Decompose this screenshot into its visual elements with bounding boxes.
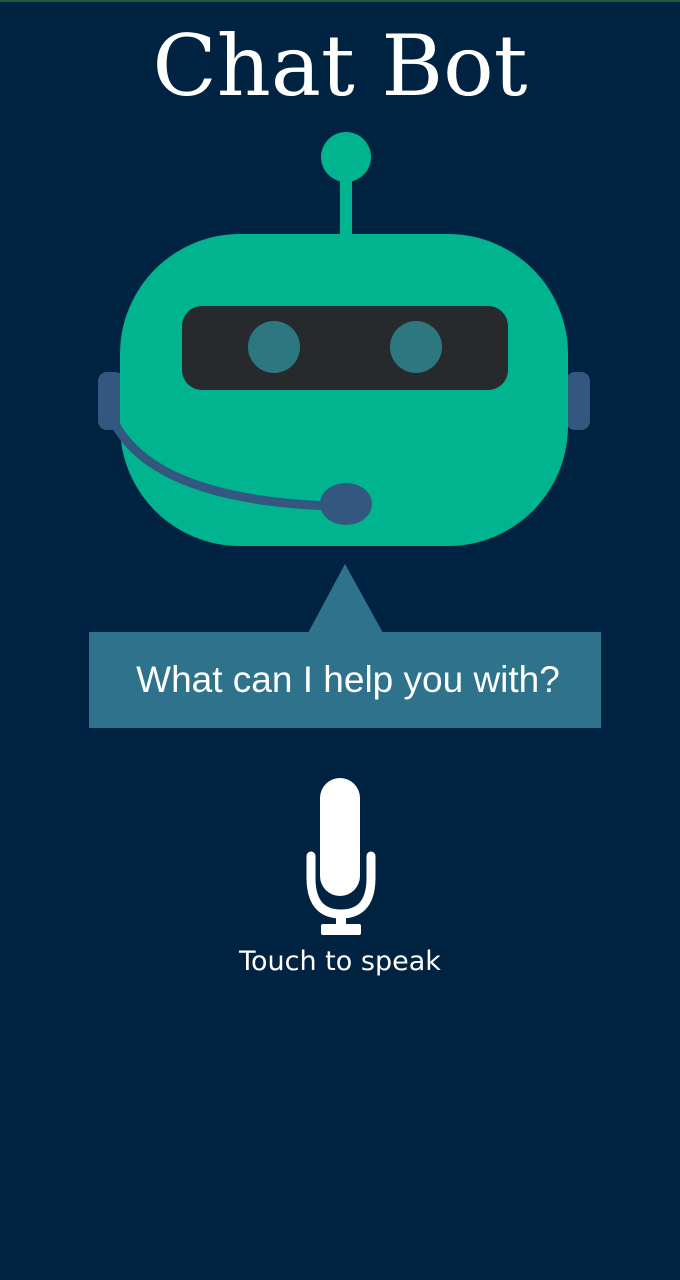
- speech-bubble: What can I help you with?: [89, 632, 601, 728]
- speech-bubble-pointer: [308, 564, 383, 633]
- robot-headset-icon: [98, 132, 590, 633]
- assistant-prompt: What can I help you with?: [136, 659, 560, 700]
- antenna-ball: [321, 132, 371, 182]
- touch-to-speak-label[interactable]: Touch to speak: [0, 940, 680, 984]
- headset-mic: [320, 483, 372, 525]
- robot-visor: [182, 306, 508, 390]
- right-ear-piece: [566, 372, 590, 430]
- left-eye: [248, 321, 300, 373]
- right-eye: [390, 321, 442, 373]
- microphone-icon[interactable]: [300, 772, 382, 940]
